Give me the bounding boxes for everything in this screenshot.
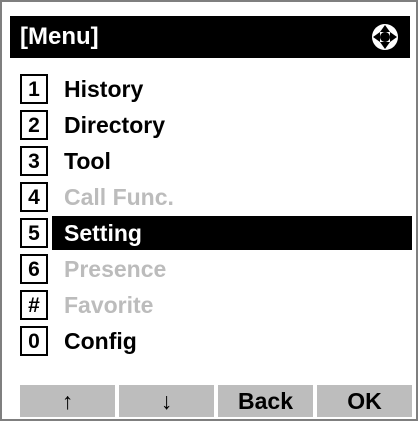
menu-item-setting[interactable]: 5 Setting (20, 216, 412, 250)
up-softkey[interactable]: ↑ (20, 385, 115, 417)
softkey-bar: ↑ ↓ Back OK (20, 385, 412, 417)
menu-item-label: Directory (64, 112, 165, 138)
down-softkey[interactable]: ↓ (119, 385, 214, 417)
menu-item-directory[interactable]: 2 Directory (20, 108, 412, 142)
back-softkey[interactable]: Back (218, 385, 313, 417)
menu-item-history[interactable]: 1 History (20, 72, 412, 106)
menu-item-label: History (64, 76, 144, 102)
menu-key: 6 (20, 254, 48, 284)
menu-key: 5 (20, 218, 48, 248)
menu-title: [Menu] (20, 23, 99, 50)
menu-key: 4 (20, 182, 48, 212)
four-way-navigation-icon (372, 24, 398, 50)
menu-item-label: Tool (64, 148, 111, 174)
menu-key: 3 (20, 146, 48, 176)
menu-item-label: Call Func. (64, 184, 174, 210)
menu-key: 0 (20, 326, 48, 356)
ok-softkey[interactable]: OK (317, 385, 412, 417)
menu-item-label: Config (64, 328, 137, 354)
phone-menu-screen: [Menu] 1 History 2 Directory 3 Tool 4 Ca… (0, 0, 418, 421)
menu-item-label: Favorite (64, 292, 154, 318)
menu-item-config[interactable]: 0 Config (20, 324, 412, 358)
menu-item-presence[interactable]: 6 Presence (20, 252, 412, 286)
menu-key: 1 (20, 74, 48, 104)
menu-item-label: Setting (64, 220, 142, 246)
menu-item-tool[interactable]: 3 Tool (20, 144, 412, 178)
menu-key: # (20, 290, 48, 320)
title-bar: [Menu] (10, 16, 410, 58)
menu-item-label: Presence (64, 256, 167, 282)
menu-item-favorite[interactable]: # Favorite (20, 288, 412, 322)
menu-key: 2 (20, 110, 48, 140)
menu-item-call-func[interactable]: 4 Call Func. (20, 180, 412, 214)
